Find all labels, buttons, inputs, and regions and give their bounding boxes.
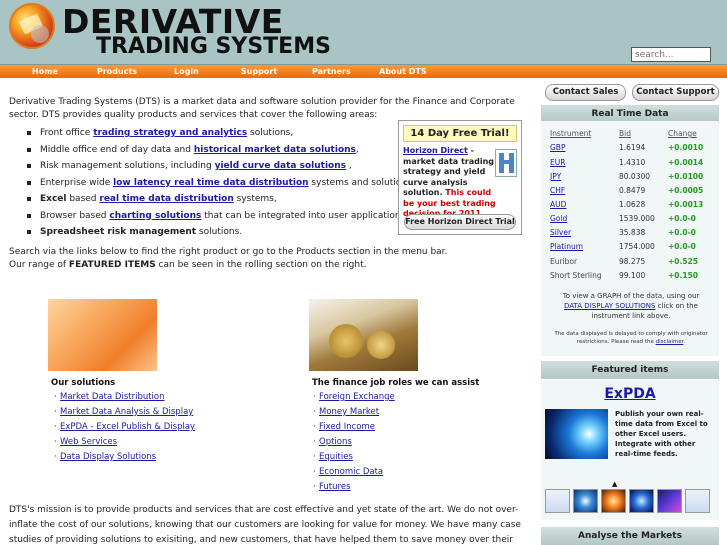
finance-heading: The finance job roles we can assist	[312, 378, 480, 388]
thumbnail-fire[interactable]	[601, 489, 626, 513]
trial-description: Horizon Direct - market data trading str…	[403, 146, 497, 220]
link-realtime-distribution[interactable]: real time data distribution	[99, 194, 233, 204]
list-item[interactable]: · Money Market	[313, 406, 395, 421]
solutions-heading: Our solutions	[51, 378, 116, 388]
link-historical-data[interactable]: historical market data solutions	[194, 145, 356, 155]
link-trading-strategy[interactable]: trading strategy and analytics	[93, 128, 247, 138]
instrument-link[interactable]: CHF	[550, 185, 610, 197]
instrument-link[interactable]: JPY	[550, 171, 610, 183]
graph-note: To view a GRAPH of the data, using our D…	[562, 292, 700, 320]
list-item[interactable]: · Foreign Exchange	[313, 391, 395, 406]
list-item[interactable]: · Web Services	[54, 436, 195, 451]
site-header: DERIVATIVE TRADING SYSTEMS	[0, 0, 727, 65]
list-item[interactable]: · Options	[313, 436, 395, 451]
nav-home[interactable]: Home	[32, 65, 58, 78]
link-data-display[interactable]: DATA DISPLAY SOLUTIONS	[564, 302, 655, 310]
nav-products[interactable]: Products	[97, 65, 137, 78]
contact-support-button[interactable]: Contact Support	[632, 84, 719, 101]
carousel-arrow-icon[interactable]: ▲	[612, 480, 617, 488]
contact-sales-button[interactable]: Contact Sales	[545, 84, 626, 101]
main-nav: Home Products Login Support Partners Abo…	[0, 65, 727, 78]
thumbnail-feed[interactable]	[573, 489, 598, 513]
nav-support[interactable]: Support	[241, 65, 277, 78]
list-item: Middle office end of day data and histor…	[27, 144, 397, 161]
list-item: Risk management solutions, including yie…	[27, 160, 397, 177]
list-item[interactable]: · Futures	[313, 481, 395, 496]
site-title-line2: TRADING SYSTEMS	[96, 34, 331, 59]
free-trial-button[interactable]: Free Horizon Direct Trial	[404, 214, 516, 230]
search-input[interactable]	[631, 47, 711, 62]
trial-box: 14 Day Free Trial! Horizon Direct - mark…	[398, 120, 522, 235]
expda-image[interactable]	[545, 409, 608, 459]
thumbnail-horizon-2[interactable]	[685, 489, 710, 513]
instrument-link[interactable]: Silver	[550, 227, 610, 239]
services-list: Front office trading strategy and analyt…	[27, 127, 415, 243]
nav-about[interactable]: About DTS	[379, 65, 427, 78]
instrument-link[interactable]: Platinum	[550, 241, 610, 253]
list-item: Enterprise wide low latency real time da…	[27, 177, 415, 194]
thumbnail-globe[interactable]	[629, 489, 654, 513]
thumbnail-network[interactable]	[657, 489, 682, 513]
finance-coins-image	[309, 299, 418, 371]
link-horizon-direct[interactable]: Horizon Direct	[403, 146, 468, 155]
nav-partners[interactable]: Partners	[312, 65, 351, 78]
list-item[interactable]: · Data Display Solutions	[54, 451, 195, 466]
list-item[interactable]: · Market Data Analysis & Display	[54, 406, 195, 421]
list-item[interactable]: · Fixed Income	[313, 421, 395, 436]
expda-description: Publish your own real-time data from Exc…	[615, 410, 708, 458]
list-item[interactable]: · Market Data Distribution	[54, 391, 195, 406]
featured-items-heading: Featured items	[541, 361, 719, 379]
link-disclaimer[interactable]: disclaimer	[656, 339, 684, 345]
list-item: Spreadsheet risk management solutions.	[27, 226, 397, 243]
analyse-markets-heading: Analyse the Markets	[541, 527, 719, 545]
link-yield-curve[interactable]: yield curve data solutions	[215, 161, 346, 171]
rates-panel: Instrument Bid Change GBP 1.6194 +0.0010 E…	[541, 121, 719, 356]
intro-text: Derivative Trading Systems (DTS) is a ma…	[9, 97, 515, 120]
solutions-image	[48, 299, 157, 371]
list-item: Front office trading strategy and analyt…	[27, 127, 397, 144]
instrument-link[interactable]: GBP	[550, 142, 610, 154]
instrument-link[interactable]: AUD	[550, 199, 610, 211]
list-item[interactable]: · ExPDA - Excel Publish & Display	[54, 421, 195, 436]
list-item[interactable]: · Economic Data	[313, 466, 395, 481]
link-charting[interactable]: charting solutions	[109, 211, 201, 221]
horizon-logo-icon	[495, 149, 517, 177]
mission-text: DTS's mission is to provide products and…	[9, 505, 521, 545]
finance-list: · Foreign Exchange · Money Market · Fixed I…	[313, 391, 395, 496]
link-low-latency[interactable]: low latency real time data distribution	[113, 178, 308, 188]
instrument-link[interactable]: Gold	[550, 213, 610, 225]
featured-thumbnails	[545, 489, 715, 513]
featured-panel: ExPDA Publish your own real-time data fr…	[541, 380, 719, 520]
list-item: Browser based charting solutions that ca…	[27, 210, 408, 227]
trial-title: 14 Day Free Trial!	[403, 125, 517, 142]
instrument-link[interactable]: EUR	[550, 157, 610, 169]
expda-link[interactable]: ExPDA	[541, 386, 719, 402]
thumbnail-horizon[interactable]	[545, 489, 570, 513]
list-item: Excel based real time data distribution …	[27, 193, 397, 210]
disclaimer-note: The data displayed is delayed to comply …	[554, 331, 708, 345]
search-hint: Search via the links below to find the r…	[9, 247, 448, 270]
list-item[interactable]: · Equities	[313, 451, 395, 466]
solutions-list: · Market Data Distribution · Market Data A…	[54, 391, 195, 466]
logo-globe-icon[interactable]	[9, 3, 55, 49]
nav-login[interactable]: Login	[174, 65, 199, 78]
